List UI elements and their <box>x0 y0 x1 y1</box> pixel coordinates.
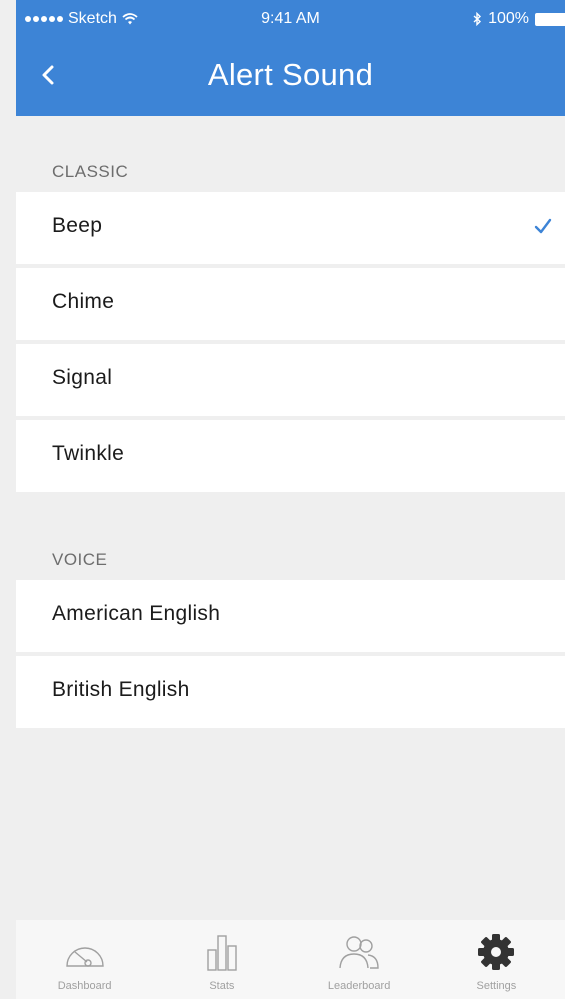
section-header-classic: CLASSIC <box>16 116 565 192</box>
tab-settings[interactable]: Settings <box>428 920 565 999</box>
list-item-label: Chime <box>52 290 115 313</box>
battery-icon <box>535 12 565 26</box>
list-item-label: American English <box>52 602 221 625</box>
tab-label: Settings <box>476 980 517 992</box>
list-item-signal[interactable]: Signal <box>16 344 565 416</box>
section-header-label: VOICE <box>52 550 108 569</box>
navigation-bar: Alert Sound <box>16 38 565 116</box>
list-item-twinkle[interactable]: Twinkle <box>16 420 565 492</box>
settings-list: CLASSIC Beep Chime Signal Twinkle VOICE … <box>16 116 565 920</box>
status-right: 100% <box>473 10 565 28</box>
tab-label: Stats <box>209 980 235 992</box>
bluetooth-icon <box>473 12 482 26</box>
people-icon <box>339 936 379 969</box>
tab-label: Dashboard <box>57 980 112 992</box>
tab-leaderboard[interactable]: Leaderboard <box>291 920 428 999</box>
section-header-label: CLASSIC <box>52 162 129 181</box>
list-item-label: Signal <box>52 366 113 389</box>
gauge-icon <box>65 947 104 967</box>
bar-chart-icon <box>207 935 237 971</box>
list-item-label: British English <box>52 678 190 701</box>
gear-icon <box>478 934 515 970</box>
tab-stats[interactable]: Stats <box>153 920 290 999</box>
page-title: Alert Sound <box>207 57 374 92</box>
tab-bar: Dashboard Stats Leaderboard Settings <box>16 920 565 999</box>
list-item-chime[interactable]: Chime <box>16 268 565 340</box>
list-item-beep[interactable]: Beep <box>16 192 565 264</box>
tab-label: Leaderboard <box>327 980 391 992</box>
battery-percent: 100% <box>488 10 529 27</box>
list-item-british-english[interactable]: British English <box>16 656 565 728</box>
phone-screen: Sketch 9:41 AM 100% Alert Sound CLASSIC … <box>0 0 565 999</box>
app-header: Sketch 9:41 AM 100% Alert Sound <box>16 0 565 116</box>
status-bar: Sketch 9:41 AM 100% <box>16 0 565 38</box>
list-item-label: Beep <box>52 214 103 237</box>
checkmark-icon <box>534 218 552 234</box>
section-header-voice: VOICE <box>16 492 565 580</box>
tab-dashboard[interactable]: Dashboard <box>16 920 153 999</box>
list-item-label: Twinkle <box>52 442 125 465</box>
list-item-american-english[interactable]: American English <box>16 580 565 652</box>
